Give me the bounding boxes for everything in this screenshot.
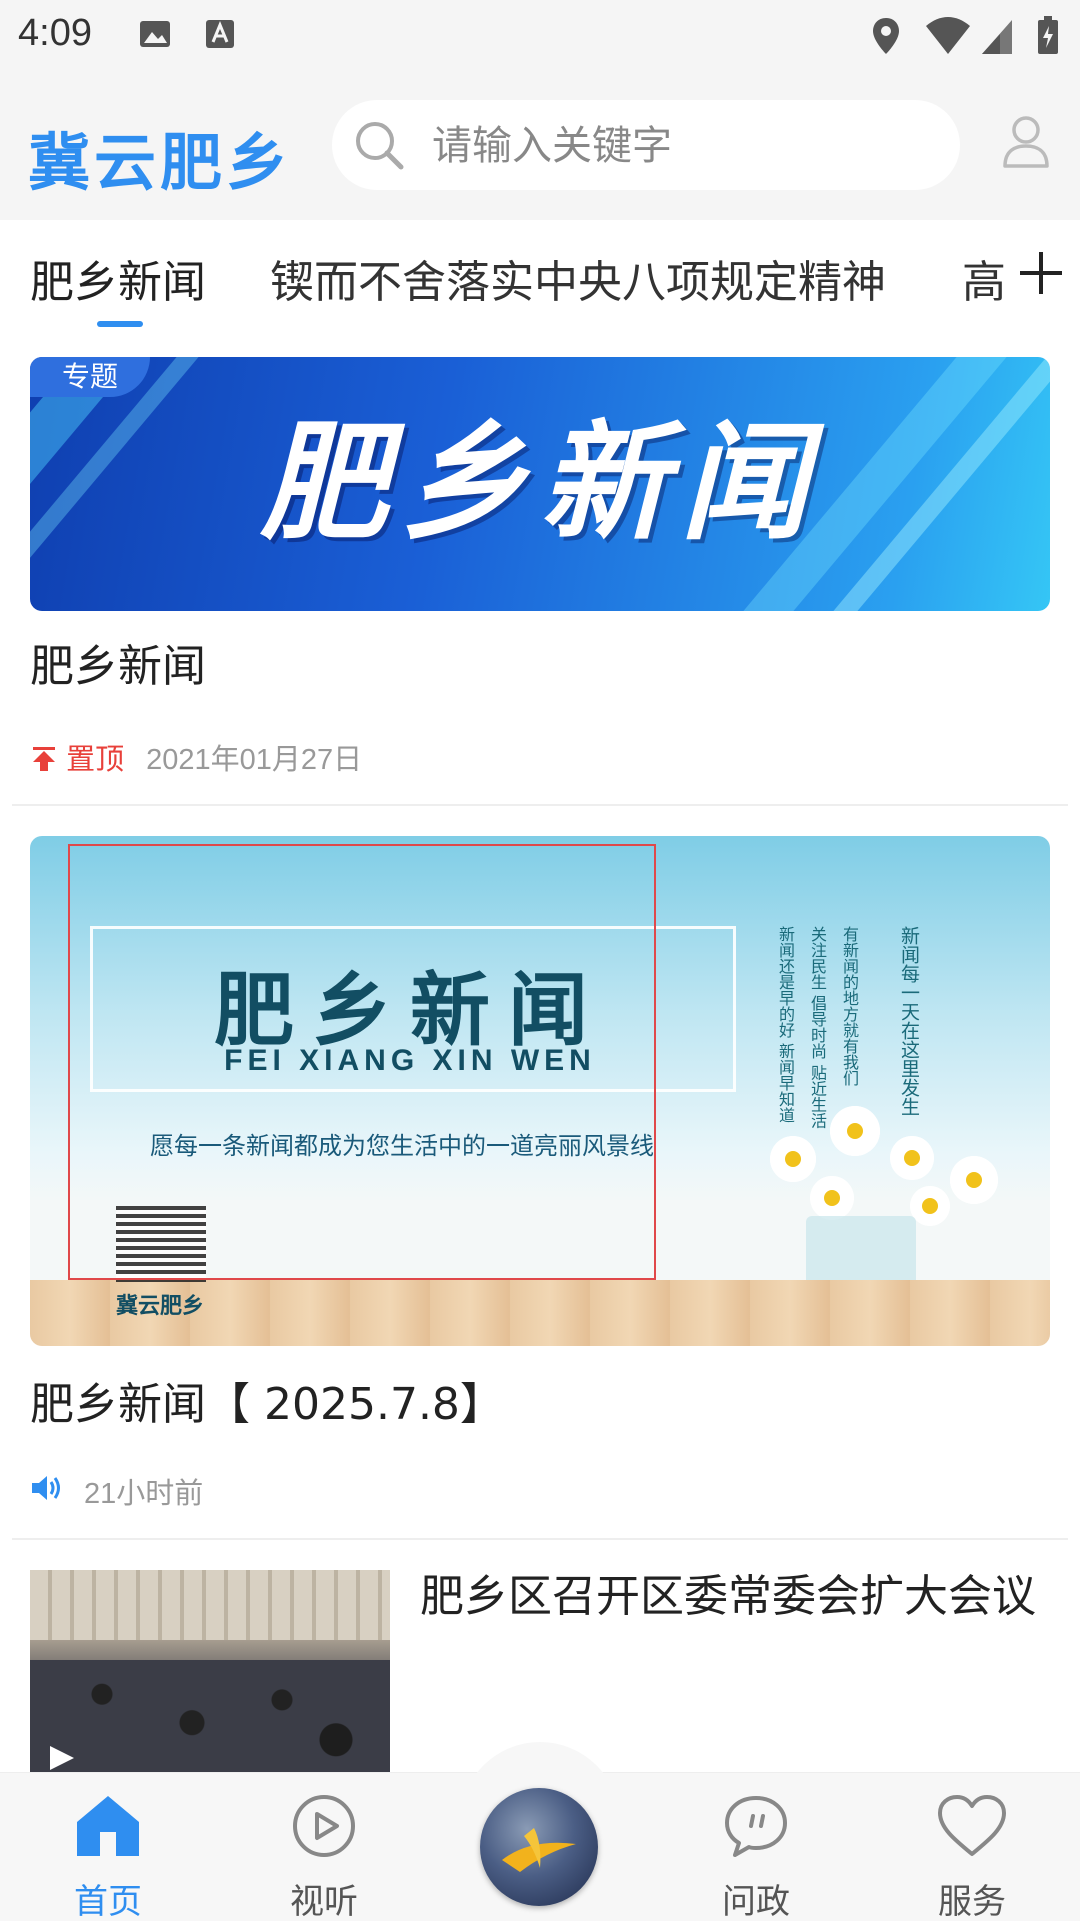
nav-inquiry-label[interactable]: 问政 (696, 1874, 816, 1923)
active-tab-indicator (97, 321, 143, 327)
search-bar[interactable] (332, 100, 960, 192)
qr-label: 冀云肥乡 (116, 1294, 205, 1319)
nav-video[interactable] (264, 1792, 384, 1864)
play-circle-icon (293, 1795, 355, 1857)
signal-icon (982, 20, 1012, 54)
news-title[interactable]: 肥乡新闻【 2025.7.8】 (30, 1368, 504, 1432)
battery-icon (1038, 16, 1058, 54)
pin-top-icon (33, 747, 55, 771)
app-header: 冀云肥乡 (0, 72, 1080, 220)
search-icon (356, 122, 404, 170)
video-play-icon[interactable] (30, 1742, 90, 1774)
status-bar: 4:09 (0, 0, 1080, 72)
app-logo-text: 冀云肥乡 (28, 126, 293, 199)
banner-headline: 肥乡新闻 (259, 409, 820, 558)
audio-speaker-icon[interactable] (30, 1472, 64, 1504)
home-icon (77, 1796, 139, 1856)
tab-feixiang-news[interactable]: 肥乡新闻 (30, 246, 206, 310)
add-channel-icon[interactable] (1018, 250, 1064, 296)
news-title[interactable]: 肥乡区召开区委常委会扩大会议 (420, 1560, 1036, 1624)
nav-video-label[interactable]: 视听 (264, 1874, 384, 1923)
app-emblem-icon (502, 1828, 576, 1872)
nav-home[interactable] (48, 1792, 168, 1864)
tab-eight-rules[interactable]: 锲而不舍落实中央八项规定精神 (270, 246, 886, 310)
user-profile-icon[interactable] (1002, 114, 1050, 168)
publish-date: 2021年01月27日 (146, 744, 363, 776)
item-divider (12, 804, 1068, 806)
channel-tabs: 肥乡新闻 锲而不舍落实中央八项规定精神 高 (0, 220, 1080, 330)
nav-home-label[interactable]: 首页 (48, 1874, 168, 1923)
nav-service[interactable] (912, 1792, 1032, 1864)
news-title[interactable]: 肥乡新闻 (30, 630, 206, 694)
feature-banner-image[interactable]: 肥乡新闻 (30, 357, 1050, 611)
cover-vertical-text: 关注民生 倡导时尚 贴近生活 (808, 926, 827, 1129)
chat-bubble-icon (725, 1796, 787, 1857)
heart-icon (938, 1795, 1006, 1856)
news-cover-image[interactable]: 肥乡新闻 FEI XIANG XIN WEN 愿每一条新闻都成为您生活中的一道亮… (30, 836, 1050, 1346)
vase-decoration (806, 1216, 916, 1286)
image-notification-icon (140, 21, 170, 47)
cover-vertical-text: 有新闻的地方就有我们 (840, 926, 859, 1086)
wifi-icon (926, 17, 970, 54)
status-time: 4:09 (18, 12, 92, 54)
tab-next-channel[interactable]: 高 (962, 246, 1006, 310)
nav-inquiry[interactable] (696, 1792, 816, 1864)
nav-service-label[interactable]: 服务 (912, 1874, 1032, 1923)
cover-vertical-text: 新闻还是早的好 新闻早知道 (776, 926, 795, 1124)
publish-time-ago: 21小时前 (84, 1478, 204, 1510)
pinned-label: 置顶 (66, 744, 125, 776)
app-notification-icon (206, 20, 234, 48)
news-meta: 置顶 2021年01月27日 (30, 736, 362, 778)
highlight-box (68, 844, 656, 1280)
location-icon (873, 18, 899, 54)
center-logo-button[interactable] (480, 1788, 598, 1906)
item-divider (12, 1538, 1068, 1540)
search-input[interactable] (430, 100, 944, 192)
cover-vertical-text: 新闻每一天在这里发生 (898, 926, 920, 1116)
